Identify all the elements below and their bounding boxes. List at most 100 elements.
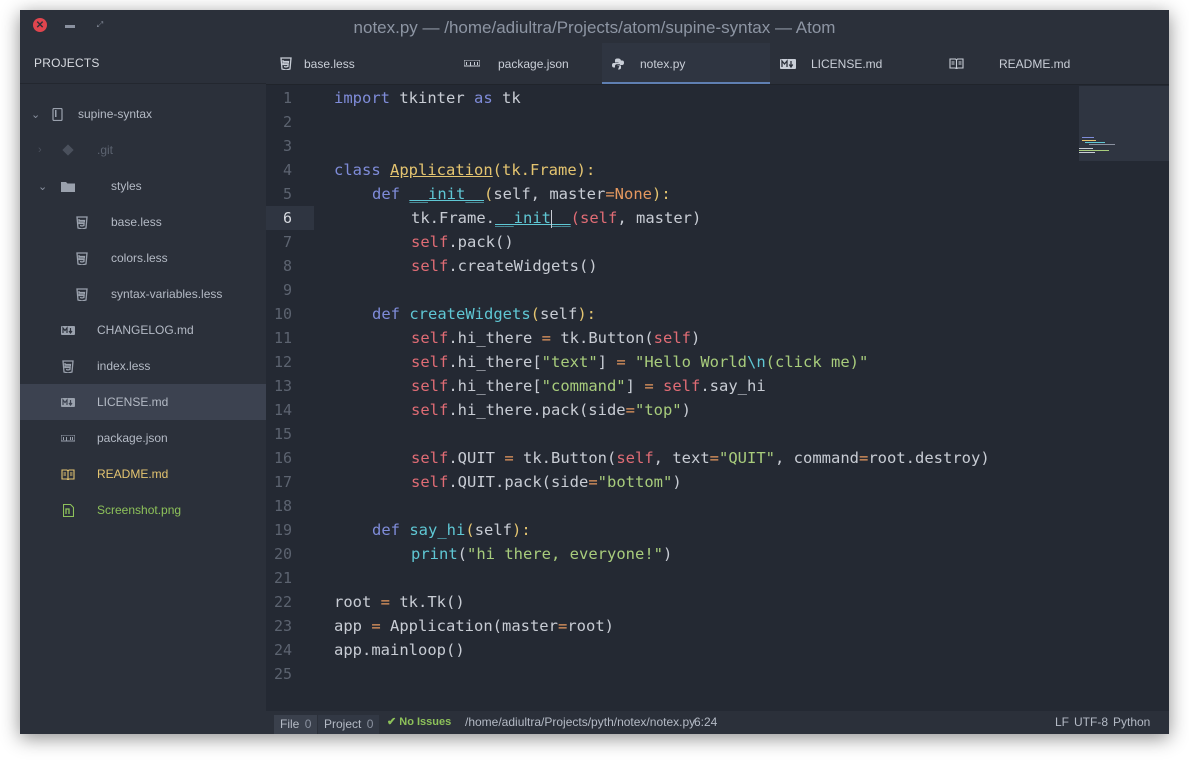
tree-item-colors-less[interactable]: colors.less — [20, 240, 266, 276]
tab-label: LICENSE.md — [811, 56, 883, 71]
file-count: 0 — [304, 717, 312, 731]
line-number: 2 — [282, 113, 292, 131]
tree-item-label: styles — [111, 179, 142, 193]
tree-item-label: colors.less — [111, 251, 168, 265]
constant-token: None — [614, 185, 652, 203]
code-token: .hi_there[ — [448, 377, 542, 395]
operator-token: = — [709, 449, 719, 467]
code-token: , master) — [617, 209, 702, 227]
code-line: self.createWidgets() — [411, 254, 598, 278]
cursor-position[interactable]: 6:24 — [694, 711, 717, 734]
code-line: def createWidgets(self): — [372, 302, 596, 326]
operator-token: = — [644, 377, 654, 395]
minimap[interactable] — [1079, 86, 1169, 161]
encoding-selector[interactable]: UTF-8 — [1074, 711, 1108, 734]
code-line: self.hi_there["command"] = self.say_hi — [411, 374, 766, 398]
code-token: tk — [492, 89, 521, 107]
tree-item-base-less[interactable]: base.less — [20, 204, 266, 240]
code-token: ] — [625, 377, 645, 395]
tab-readme-md[interactable]: README.md — [938, 43, 1106, 84]
function-name-token: __init__ — [409, 185, 484, 203]
self-token: self — [616, 449, 654, 467]
tab-notex-py[interactable]: notex.py — [602, 43, 770, 84]
project-issues-tile[interactable]: Project 0 — [318, 715, 380, 734]
folder-icon — [61, 179, 75, 193]
self-token: self — [411, 257, 449, 275]
tab-base-less[interactable]: base.less — [266, 43, 434, 84]
css-icon — [75, 287, 89, 301]
line-number-gutter: 1 2 3 4 5 6 7 8 9 10 11 12 13 14 15 16 1… — [266, 86, 316, 711]
code-line: self.pack() — [411, 230, 514, 254]
line-number: 11 — [273, 329, 292, 347]
lint-status[interactable]: ✔ No Issues — [387, 711, 451, 734]
file-issues-tile[interactable]: File 0 — [274, 715, 318, 734]
projects-header[interactable]: PROJECTS — [20, 43, 266, 84]
css-icon — [75, 215, 89, 229]
tab-license-md[interactable]: LICENSE.md — [770, 43, 938, 84]
line-ending-selector[interactable]: LF — [1055, 711, 1069, 734]
paren-token: ( — [465, 521, 475, 539]
line-number: 15 — [273, 425, 292, 443]
function-name-token: createWidgets — [409, 305, 531, 323]
tree-item-styles[interactable]: ⌄ styles — [20, 168, 266, 204]
image-icon — [61, 503, 75, 517]
code-token: self, master — [493, 185, 606, 203]
code-token: .hi_there — [448, 329, 542, 347]
code-token: , command — [775, 449, 859, 467]
keyword-token: def — [372, 185, 400, 203]
self-token: self — [474, 521, 513, 539]
escape-token: \n — [747, 353, 766, 371]
self-token: self — [411, 473, 449, 491]
code-line: root = tk.Tk() — [334, 590, 465, 614]
code-line: self.hi_there["text"] = "Hello World\n(c… — [411, 350, 868, 374]
string-token: "text" — [541, 353, 598, 371]
tree-item-changelog-md[interactable]: CHANGELOG.md — [20, 312, 266, 348]
tree-item-readme-md[interactable]: README.md — [20, 456, 266, 492]
keyword-token: import — [334, 89, 390, 107]
string-token: "bottom" — [597, 473, 673, 491]
line-number: 16 — [273, 449, 292, 467]
code-area[interactable]: import tkinter as tk class Application(t… — [334, 86, 1054, 711]
markdown-icon — [61, 323, 75, 337]
tree-item-license-md[interactable]: LICENSE.md — [20, 384, 266, 420]
line-number-current: 6 — [266, 206, 314, 230]
line-number: 12 — [273, 353, 292, 371]
npm-icon — [61, 431, 75, 445]
keyword-token: as — [474, 89, 493, 107]
line-number: 17 — [273, 473, 292, 491]
string-token: "Hello World — [635, 353, 747, 371]
chevron-down-icon: ⌄ — [38, 180, 48, 193]
paren-token: ): — [576, 161, 596, 179]
tab-bar: base.less package.json notex.py LICENSE.… — [266, 43, 1169, 85]
code-line: import tkinter as tk — [334, 86, 521, 110]
code-token: .hi_there.pack(side — [448, 401, 626, 419]
minimap-line — [1082, 137, 1094, 138]
tree-item-index-less[interactable]: index.less — [20, 348, 266, 384]
tab-package-json[interactable]: package.json — [434, 43, 602, 84]
tree-item-syntax-variables-less[interactable]: syntax-variables.less — [20, 276, 266, 312]
tree-item-screenshot-png[interactable]: Screenshot.png — [20, 492, 266, 528]
file-label: File — [280, 717, 300, 731]
code-token: .say_hi — [700, 377, 766, 395]
minimap-line — [1082, 140, 1096, 141]
code-line: self.hi_there = tk.Button(self) — [411, 326, 700, 350]
tree-item-git[interactable]: › .git — [20, 132, 266, 168]
line-number: 13 — [273, 377, 292, 395]
line-number: 8 — [282, 257, 292, 275]
code-token: .createWidgets() — [448, 257, 598, 275]
self-token: self — [411, 353, 449, 371]
tree-item-label: package.json — [97, 431, 168, 445]
self-token: self — [411, 233, 449, 251]
operator-token: = — [371, 617, 381, 635]
paren-token: ): — [512, 521, 531, 539]
string-token: "command" — [541, 377, 626, 395]
paren-token: ): — [652, 185, 671, 203]
line-number: 19 — [273, 521, 292, 539]
tree-item-package-json[interactable]: package.json — [20, 420, 266, 456]
grammar-selector[interactable]: Python — [1113, 711, 1150, 734]
file-path[interactable]: /home/adiultra/Projects/pyth/notex/notex… — [465, 711, 695, 734]
tree-item-supine-syntax[interactable]: ⌄ supine-syntax — [20, 96, 266, 132]
line-number: 23 — [273, 617, 292, 635]
